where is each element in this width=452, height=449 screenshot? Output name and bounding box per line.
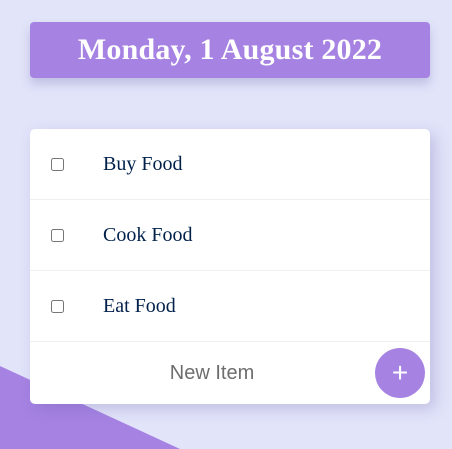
item-text: Buy Food bbox=[103, 152, 183, 175]
todo-list-box: Buy Food Cook Food Eat Food + bbox=[30, 129, 430, 404]
list-item: Eat Food bbox=[30, 271, 430, 342]
date-heading: Monday, 1 August 2022 bbox=[77, 33, 383, 66]
item-checkbox[interactable] bbox=[51, 228, 64, 242]
new-item-form: + bbox=[30, 342, 430, 404]
new-item-input[interactable] bbox=[30, 342, 394, 404]
add-item-button[interactable]: + bbox=[375, 348, 425, 398]
item-text: Cook Food bbox=[103, 223, 193, 246]
date-heading-box: Monday, 1 August 2022 bbox=[30, 22, 430, 78]
item-checkbox[interactable] bbox=[51, 157, 64, 171]
list-item: Buy Food bbox=[30, 129, 430, 200]
list-item: Cook Food bbox=[30, 200, 430, 271]
item-text: Eat Food bbox=[103, 294, 176, 317]
item-checkbox[interactable] bbox=[51, 299, 64, 313]
